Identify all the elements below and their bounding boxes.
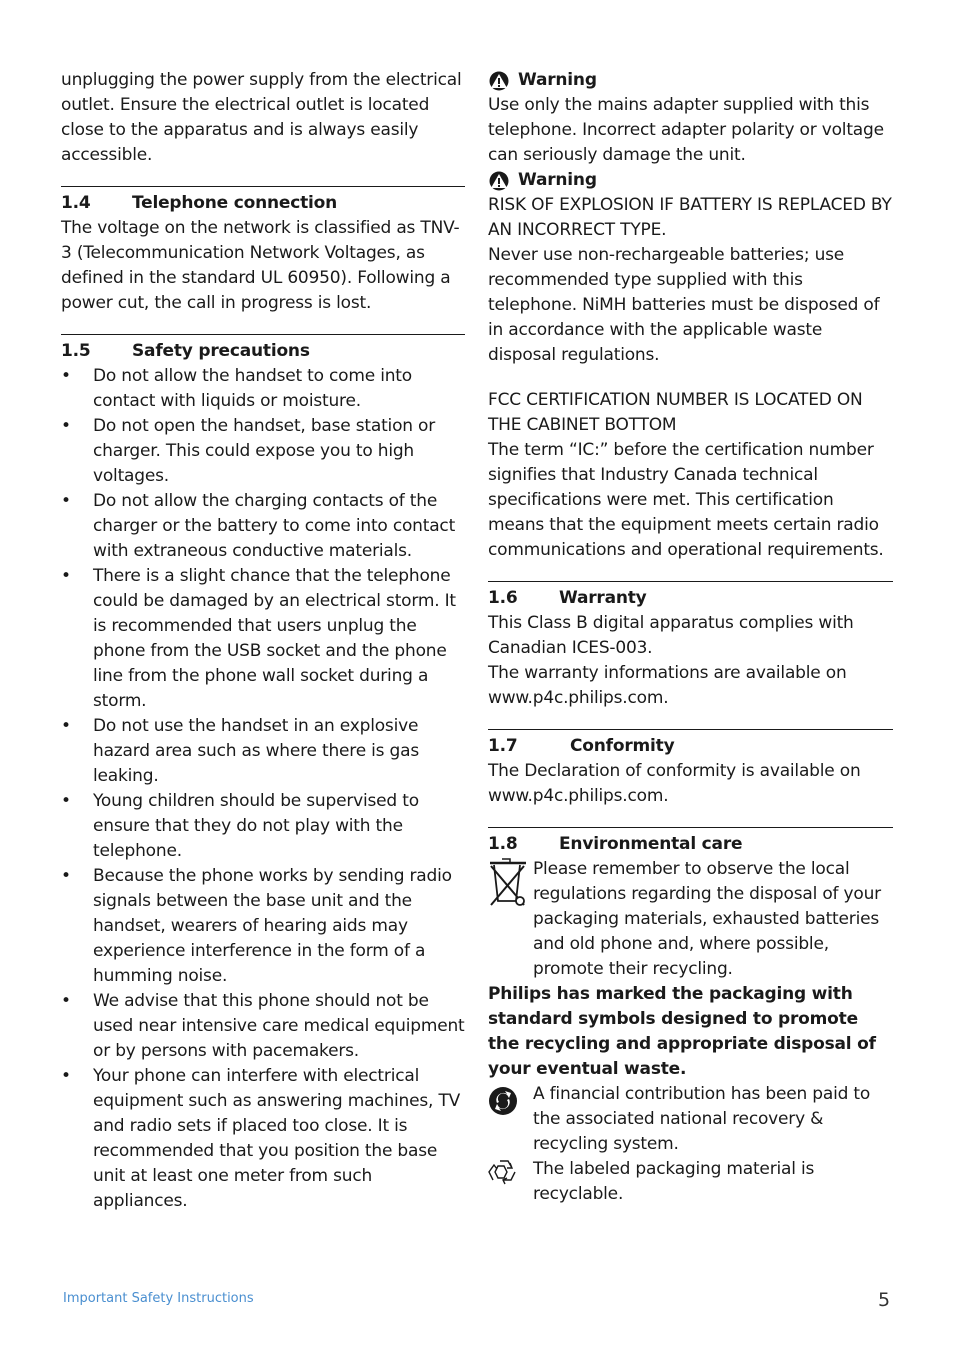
list-item: • Because the phone works by sending radi… — [61, 866, 452, 986]
section-1-8: 1.8 Environmental care Please remember t… — [488, 827, 893, 1207]
list-item: • Do not use the handset in an explosive … — [61, 716, 420, 786]
section-number: 1.4 — [61, 193, 91, 213]
section-1-7: 1.7 Conformity The Declaration of confor… — [488, 729, 893, 809]
section-1-6: 1.6 Warranty This Class B digital appara… — [488, 581, 893, 711]
green-dot-icon — [489, 1087, 517, 1115]
section-heading: 1.5 Safety precautions — [61, 339, 465, 364]
section-heading: 1.6 Warranty — [488, 588, 647, 608]
warning-icon — [489, 171, 509, 190]
list-item: • Young children should be supervised to … — [61, 791, 419, 861]
warning-text: Never use non-rechargeable batteries; us… — [488, 245, 880, 365]
list-item: • We advise that this phone should not be… — [61, 991, 465, 1061]
fcc-caps-text: FCC CERTIFICATION NUMBER IS LOCATED ON T… — [488, 390, 863, 435]
recycling-statement: Philips has marked the packaging with st… — [488, 984, 876, 1079]
section-1-4: 1.4 Telephone connection The voltage on … — [61, 186, 465, 316]
list-item: • Your phone can interfere with electrica… — [61, 1066, 461, 1211]
left-column: unplugging the power supply from the ele… — [61, 68, 465, 1214]
warning-caps-text: RISK OF EXPLOSION IF BATTERY IS REPLACED… — [488, 195, 892, 240]
list-item: • Do not allow the charging contacts of t… — [61, 491, 456, 561]
list-item: • There is a slight chance that the telep… — [61, 566, 456, 711]
section-number: 1.5 — [61, 341, 91, 361]
crossed-bin-icon — [490, 858, 526, 906]
recyclable-row: The labeled packaging material is recycl… — [488, 1157, 893, 1207]
list-item: • Do not allow the handset to come into c… — [61, 366, 412, 411]
fcc-text: The term “IC:” before the certification … — [488, 440, 884, 560]
section-body: The voltage on the network is classified… — [61, 218, 460, 313]
section-title: Safety precautions — [132, 341, 310, 361]
section-1-5: 1.5 Safety precautions • Do not allow the… — [61, 334, 465, 1214]
warning-icon — [489, 71, 509, 90]
recycle-icon — [488, 1160, 516, 1185]
warning-text: Use only the mains adapter supplied with… — [488, 95, 884, 165]
right-column: Warning Use only the mains adapter suppl… — [488, 68, 893, 1207]
green-dot-row: A financial contribution has been paid t… — [488, 1082, 893, 1157]
list-item: • Do not open the handset, base station o… — [61, 416, 436, 486]
weee-row: Please remember to observe the local reg… — [488, 857, 893, 982]
intro-text: unplugging the power supply from the ele… — [61, 70, 462, 165]
page-number: 5 — [878, 1289, 891, 1311]
footer-section-title: Important Safety Instructions — [63, 1291, 254, 1306]
warning-heading: Warning — [488, 168, 893, 193]
section-heading: 1.4 Telephone connection — [61, 191, 465, 216]
section-title: Telephone connection — [132, 193, 338, 213]
section-heading: 1.8 Environmental care — [488, 834, 743, 854]
warning-heading: Warning — [488, 68, 893, 93]
section-heading: 1.7 Conformity — [488, 736, 675, 756]
safety-list: • Do not allow the handset to come into c… — [61, 364, 465, 1214]
